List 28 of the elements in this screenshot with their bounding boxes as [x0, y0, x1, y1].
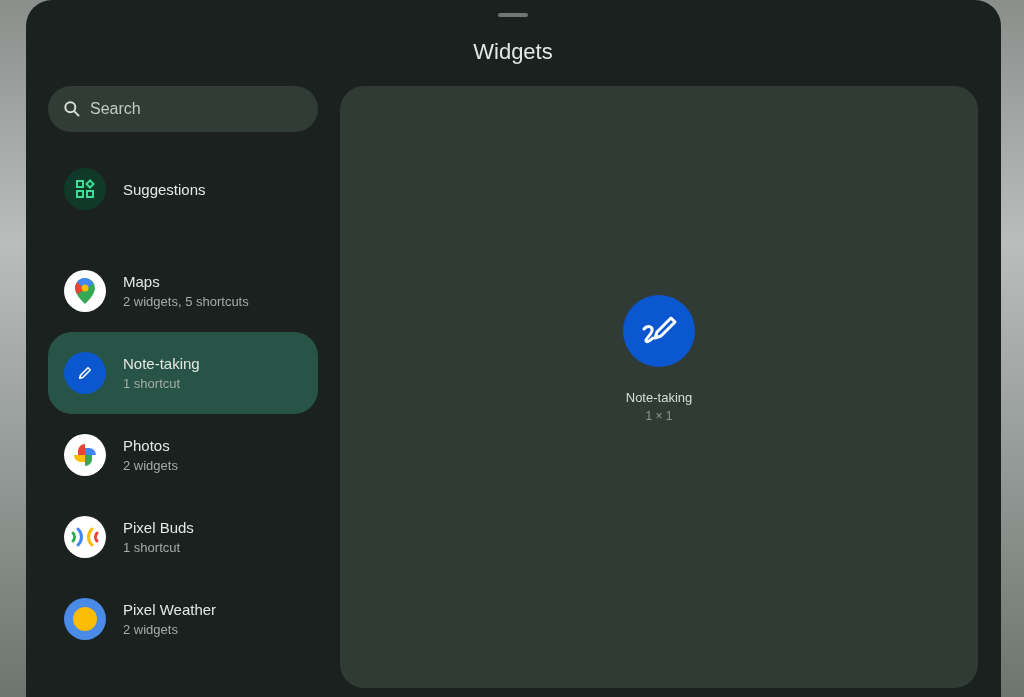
category-name: Photos [123, 437, 171, 454]
category-item[interactable]: Photos 2 widgets [48, 414, 318, 496]
widgets-icon [75, 179, 95, 199]
map-pin-icon [74, 277, 96, 305]
category-item[interactable]: Suggestions [48, 148, 318, 230]
category-item[interactable]: Note-taking 1 shortcut [48, 332, 318, 414]
drag-handle[interactable] [498, 13, 528, 17]
category-name: Maps [123, 273, 161, 290]
widget-name: Note-taking [625, 390, 693, 405]
category-subtitle: 2 widgets [123, 458, 178, 473]
category-item[interactable]: Maps 2 widgets, 5 shortcuts [48, 250, 318, 332]
sun-icon [71, 605, 99, 633]
category-item[interactable]: Pixel Buds 1 shortcut [48, 496, 318, 578]
category-name: Pixel Weather [123, 601, 217, 618]
earbuds-icon [70, 526, 100, 548]
category-name: Suggestions [123, 180, 206, 198]
category-subtitle: 2 widgets, 5 shortcuts [123, 294, 249, 309]
search-field[interactable]: Search [48, 86, 318, 132]
sheet-title: Widgets [473, 39, 553, 65]
pencil-icon [76, 364, 94, 382]
widget-size: 1 × 1 [645, 409, 673, 423]
category-name: Pixel Buds [123, 519, 194, 536]
pinwheel-icon [71, 441, 99, 469]
category-name: Note-taking [123, 355, 200, 372]
category-subtitle: 1 shortcut [123, 540, 182, 555]
category-subtitle: 2 widgets [123, 622, 179, 637]
category-item[interactable]: Pixel Weather 2 widgets [48, 578, 318, 660]
category-subtitle: 1 shortcut [123, 376, 182, 391]
